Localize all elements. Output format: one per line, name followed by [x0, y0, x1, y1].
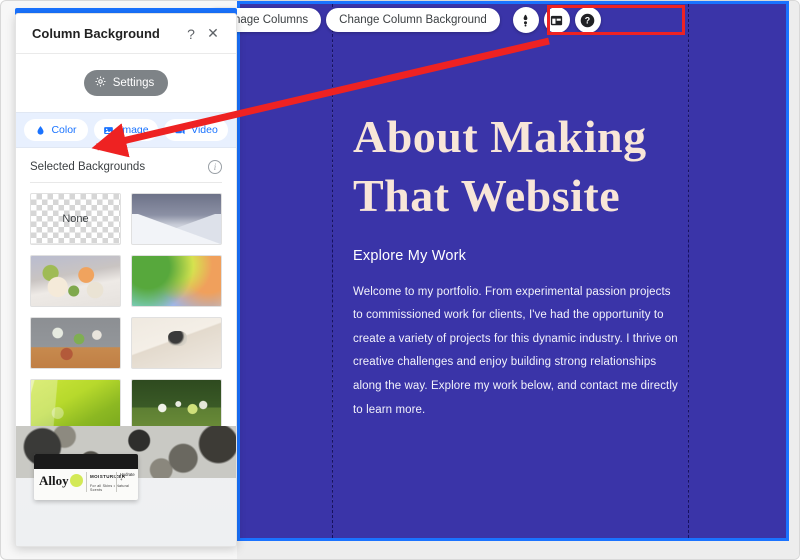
jar-side-text: Hydrate +: [120, 472, 135, 482]
tab-image-label: Image: [119, 124, 149, 136]
body-paragraph[interactable]: Welcome to my portfolio. From experiment…: [353, 281, 683, 422]
color-picker-button[interactable]: [512, 7, 539, 33]
background-thumbnail-grid: None: [16, 183, 236, 431]
gear-icon: [94, 75, 107, 91]
change-column-background-button[interactable]: Change Column Background: [326, 8, 500, 32]
app-window: About Making That Website Explore My Wor…: [0, 0, 800, 560]
jar-brand-label: Alloy: [39, 473, 69, 488]
tab-video[interactable]: Video: [164, 119, 228, 141]
info-icon[interactable]: i: [208, 160, 222, 174]
svg-text:?: ?: [585, 15, 590, 25]
layout-columns-icon: [549, 13, 564, 28]
thumb-greenlit[interactable]: [30, 379, 121, 431]
panel-header: Column Background ? ✕: [16, 14, 236, 54]
jar-tagline: For all Skins • Natural Scents: [90, 484, 130, 492]
column-background-panel: Column Background ? ✕ Settings Color Ima…: [15, 13, 237, 547]
thumb-gradient[interactable]: [131, 255, 222, 307]
video-camera-icon: [174, 125, 186, 136]
selected-backgrounds-label: Selected Backgrounds: [30, 161, 146, 173]
tab-video-label: Video: [191, 124, 218, 136]
page-heading[interactable]: About Making That Website: [353, 108, 683, 226]
jar-lid: [34, 454, 138, 469]
jar-rule-left: [86, 472, 87, 492]
settings-button[interactable]: Settings: [83, 70, 169, 96]
section-subtitle[interactable]: Explore My Work: [353, 248, 683, 264]
thumb-none[interactable]: None: [30, 193, 121, 245]
thumb-citrus[interactable]: [30, 255, 121, 307]
column-selection-outline[interactable]: About Making That Website Explore My Wor…: [237, 1, 789, 541]
help-circle-icon: ?: [579, 12, 596, 29]
floating-toolbar: Manage Columns Change Column Background: [205, 7, 601, 33]
product-preview-image: Alloy MOISTURIZER For all Skins • Natura…: [16, 426, 236, 546]
thumb-mountain[interactable]: [131, 193, 222, 245]
column-guide-left: [332, 4, 333, 538]
panel-help-icon[interactable]: ?: [180, 23, 202, 45]
settings-label: Settings: [112, 77, 155, 89]
color-picker-icon: [518, 13, 533, 28]
background-type-tabs: Color Image Video: [16, 112, 236, 148]
water-drop-icon: [35, 125, 46, 136]
thumb-none-label: None: [62, 213, 89, 225]
canvas-area: About Making That Website Explore My Wor…: [237, 1, 799, 559]
jar-accent-dot: [70, 474, 83, 487]
layout-columns-button[interactable]: [543, 7, 570, 33]
jar-rule-right: [116, 472, 117, 492]
settings-row: Settings: [16, 54, 236, 112]
help-button[interactable]: ?: [574, 7, 601, 33]
product-jar: Alloy MOISTURIZER For all Skins • Natura…: [34, 454, 138, 500]
thumb-cream[interactable]: [131, 317, 222, 369]
selected-backgrounds-row: Selected Backgrounds i: [16, 148, 236, 182]
panel-title: Column Background: [32, 26, 160, 41]
column-canvas[interactable]: About Making That Website Explore My Wor…: [240, 4, 786, 538]
column-guide-right: [688, 4, 689, 538]
page-content: About Making That Website Explore My Wor…: [353, 108, 683, 422]
tab-color[interactable]: Color: [24, 119, 88, 141]
tab-color-label: Color: [51, 124, 77, 136]
thumb-darkgreen[interactable]: [131, 379, 222, 431]
tab-image[interactable]: Image: [94, 119, 158, 141]
image-icon: [103, 125, 114, 136]
panel-close-icon[interactable]: ✕: [202, 23, 224, 45]
thumb-flatlay[interactable]: [30, 317, 121, 369]
